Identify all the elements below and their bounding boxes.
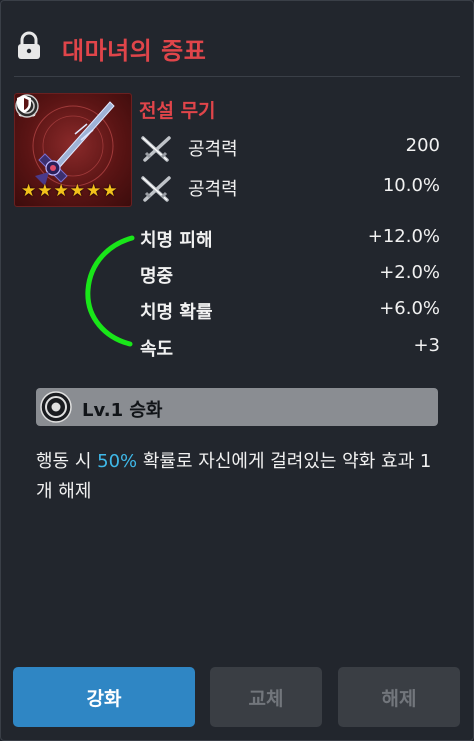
- star-icon: ★: [86, 181, 102, 201]
- sub-stat-value: +12.0%: [367, 226, 440, 247]
- sub-stat-row: 치명 확률 +6.0%: [140, 298, 440, 328]
- sub-stat-row: 속도 +3: [140, 335, 440, 365]
- annotation-bracket: [85, 235, 135, 347]
- sub-stat-name: 명중: [140, 266, 174, 287]
- sub-stat-row: 치명 피해 +12.0%: [140, 226, 440, 256]
- star-icon: ★: [37, 181, 53, 201]
- main-stat-row: 공격력 10.0%: [140, 171, 440, 205]
- main-stat-row: 공격력 200: [140, 131, 440, 165]
- star-icon: ★: [69, 181, 85, 201]
- shield-icon: [17, 95, 31, 113]
- enhance-button[interactable]: 강화: [13, 667, 195, 727]
- attack-swords-icon: [141, 136, 171, 162]
- set-skill-bar: Lv.1 승화: [36, 388, 438, 426]
- main-stat-name: 공격력: [188, 179, 238, 200]
- ring-icon: [40, 391, 72, 423]
- main-stat-value: 200: [405, 135, 440, 156]
- item-grade: 전설 무기: [139, 100, 216, 122]
- star-icon: ★: [102, 181, 118, 201]
- lock-icon[interactable]: [14, 31, 44, 61]
- skill-desc-text: 행동 시: [36, 451, 98, 472]
- attack-swords-icon: [141, 176, 171, 202]
- remove-button[interactable]: 해제: [338, 667, 460, 727]
- star-icon: ★: [21, 181, 37, 201]
- swap-button[interactable]: 교체: [210, 667, 322, 727]
- star-icon: ★: [53, 181, 69, 201]
- item-thumbnail[interactable]: ★ ★ ★ ★ ★ ★: [14, 93, 132, 207]
- sub-stat-value: +6.0%: [379, 298, 440, 319]
- sub-stat-name: 치명 피해: [140, 230, 213, 251]
- sub-stat-value: +2.0%: [379, 262, 440, 283]
- sub-stat-row: 명중 +2.0%: [140, 262, 440, 292]
- skill-description: 행동 시 50% 확률로 자신에게 걸려있는 약화 효과 1개 해제: [36, 447, 446, 507]
- divider: [14, 76, 460, 77]
- item-title: 대마녀의 증표: [62, 37, 207, 65]
- sub-stat-value: +3: [413, 335, 440, 356]
- main-stat-name: 공격력: [188, 139, 238, 160]
- star-rating: ★ ★ ★ ★ ★ ★: [21, 182, 118, 200]
- skill-desc-highlight: 50%: [97, 451, 138, 472]
- sub-stat-name: 속도: [140, 339, 174, 360]
- main-stat-value: 10.0%: [382, 175, 440, 196]
- sub-stat-name: 치명 확률: [140, 302, 213, 323]
- skill-level-label: Lv.1 승화: [82, 400, 163, 421]
